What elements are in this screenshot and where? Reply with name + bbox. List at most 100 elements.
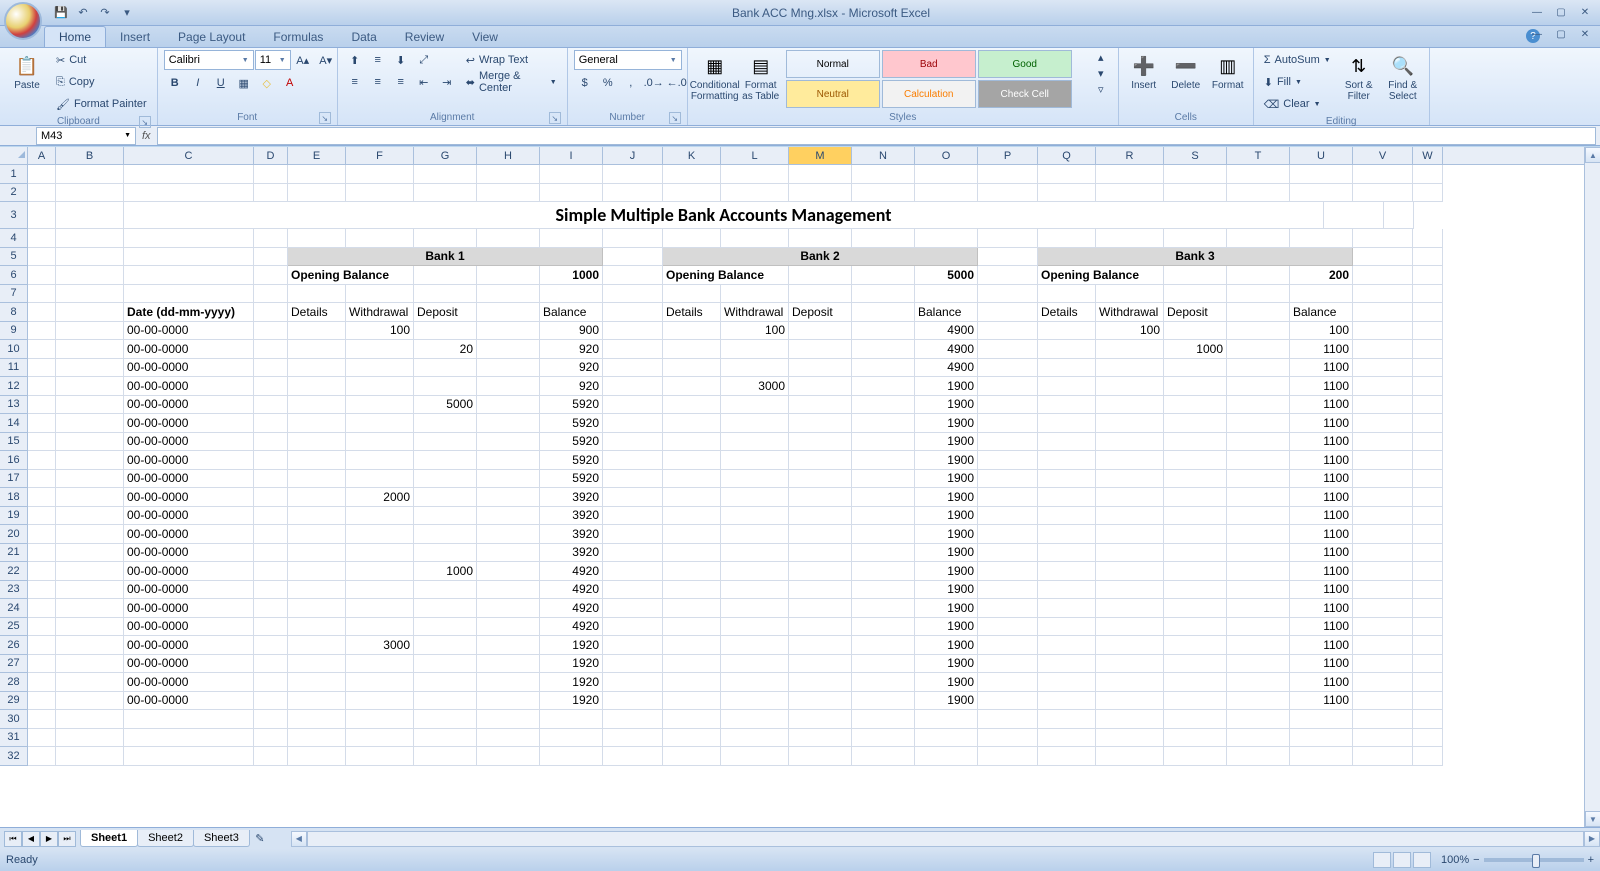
cell[interactable] (28, 710, 56, 729)
row-header[interactable]: 11 (0, 359, 27, 378)
cell[interactable] (663, 747, 721, 766)
cell[interactable] (288, 322, 346, 341)
cell[interactable] (915, 710, 978, 729)
cell[interactable] (789, 433, 852, 452)
cell[interactable] (978, 599, 1038, 618)
cell[interactable] (1038, 525, 1096, 544)
cell[interactable]: 5920 (540, 433, 603, 452)
style-calculation[interactable]: Calculation (882, 80, 976, 108)
cell[interactable]: 4920 (540, 581, 603, 600)
cell[interactable] (346, 377, 414, 396)
cell[interactable] (477, 396, 540, 415)
cell[interactable] (477, 488, 540, 507)
cell[interactable] (663, 470, 721, 489)
cell[interactable] (1413, 433, 1443, 452)
cell[interactable] (1413, 618, 1443, 637)
cell[interactable] (477, 433, 540, 452)
cell[interactable] (978, 618, 1038, 637)
cell[interactable] (1413, 747, 1443, 766)
cell[interactable]: Withdrawal (346, 303, 414, 322)
cell[interactable] (721, 414, 789, 433)
cell[interactable] (1227, 340, 1290, 359)
cell[interactable] (721, 544, 789, 563)
cell[interactable] (978, 165, 1038, 184)
cell[interactable] (288, 525, 346, 544)
row-header[interactable]: 14 (0, 414, 27, 433)
style-normal[interactable]: Normal (786, 50, 880, 78)
col-header-B[interactable]: B (56, 147, 124, 164)
col-header-F[interactable]: F (346, 147, 414, 164)
cell[interactable] (124, 184, 254, 203)
cell[interactable] (346, 433, 414, 452)
cell[interactable] (1353, 747, 1413, 766)
row-header[interactable]: 19 (0, 507, 27, 526)
cell[interactable] (978, 729, 1038, 748)
cell[interactable]: 1100 (1290, 655, 1353, 674)
cell[interactable] (477, 673, 540, 692)
cell[interactable] (789, 525, 852, 544)
cell[interactable] (1227, 488, 1290, 507)
cell[interactable] (1164, 229, 1227, 248)
cell[interactable] (1038, 340, 1096, 359)
cell[interactable] (540, 184, 603, 203)
row-header[interactable]: 24 (0, 599, 27, 618)
cell[interactable]: 00-00-0000 (124, 433, 254, 452)
select-all-corner[interactable] (0, 147, 28, 165)
cell[interactable]: 1920 (540, 655, 603, 674)
cell[interactable] (978, 692, 1038, 711)
cell[interactable] (124, 710, 254, 729)
cell[interactable] (915, 184, 978, 203)
cell[interactable]: 100 (1290, 322, 1353, 341)
cell[interactable] (414, 377, 477, 396)
cell[interactable]: Balance (540, 303, 603, 322)
cell[interactable] (1038, 322, 1096, 341)
cell[interactable] (288, 340, 346, 359)
cell[interactable]: 5000 (915, 266, 978, 285)
align-top-icon[interactable]: ⬆ (344, 50, 366, 70)
cell[interactable] (663, 229, 721, 248)
cell[interactable] (603, 322, 663, 341)
cell[interactable] (254, 655, 288, 674)
cell[interactable] (288, 544, 346, 563)
cell[interactable]: 00-00-0000 (124, 488, 254, 507)
cell[interactable] (789, 359, 852, 378)
cell[interactable] (56, 229, 124, 248)
cell[interactable] (28, 618, 56, 637)
tab-home[interactable]: Home (44, 26, 106, 47)
cell[interactable]: 00-00-0000 (124, 692, 254, 711)
cell[interactable] (1038, 451, 1096, 470)
cell[interactable] (346, 673, 414, 692)
cell[interactable]: 3000 (346, 636, 414, 655)
cell[interactable] (1353, 636, 1413, 655)
cell[interactable] (540, 229, 603, 248)
cell[interactable]: 1100 (1290, 451, 1353, 470)
cell[interactable] (721, 507, 789, 526)
underline-button[interactable]: U (210, 73, 232, 93)
cell[interactable]: 1100 (1290, 488, 1353, 507)
tab-data[interactable]: Data (337, 27, 390, 47)
cell[interactable] (721, 747, 789, 766)
cell[interactable] (56, 747, 124, 766)
cell[interactable] (852, 599, 915, 618)
cell[interactable] (1227, 544, 1290, 563)
cell[interactable] (978, 322, 1038, 341)
cell[interactable] (1290, 165, 1353, 184)
row-header[interactable]: 22 (0, 562, 27, 581)
cell[interactable] (414, 184, 477, 203)
cell[interactable] (978, 673, 1038, 692)
cell[interactable] (852, 377, 915, 396)
cell[interactable] (254, 692, 288, 711)
cell[interactable] (1096, 673, 1164, 692)
style-good[interactable]: Good (978, 50, 1072, 78)
cell[interactable]: 5920 (540, 451, 603, 470)
cell[interactable] (28, 451, 56, 470)
insert-cells-button[interactable]: ➕Insert (1125, 50, 1163, 93)
row-header[interactable]: 16 (0, 451, 27, 470)
cell[interactable] (852, 266, 915, 285)
cell[interactable] (603, 340, 663, 359)
cell[interactable] (603, 470, 663, 489)
cell[interactable]: 3920 (540, 507, 603, 526)
row-header[interactable]: 13 (0, 396, 27, 415)
cell[interactable] (1353, 599, 1413, 618)
cell[interactable] (28, 303, 56, 322)
